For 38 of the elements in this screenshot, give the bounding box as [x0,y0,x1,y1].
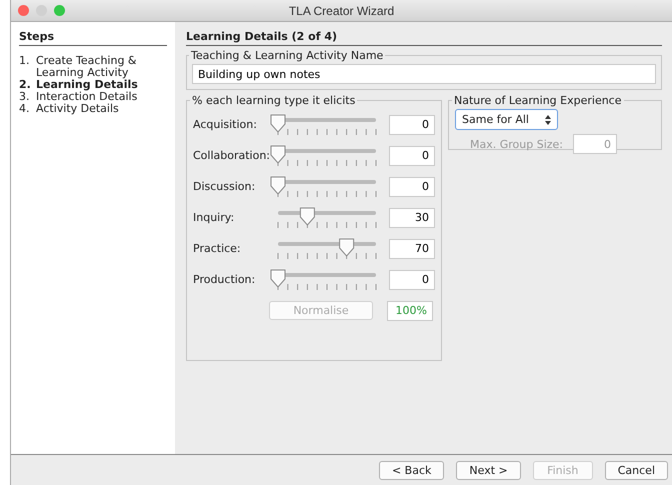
step-item: 3. Interaction Details [19,91,138,103]
window-title: TLA Creator Wizard [288,4,394,18]
step-item: 1. Create Teaching & Learning Activity [19,55,138,79]
zoom-icon[interactable] [54,5,65,16]
slider-thumb[interactable] [339,238,354,256]
percent-field[interactable]: 30 [389,208,435,228]
slider-thumb[interactable] [270,114,286,132]
page-heading: Learning Details (2 of 4) [186,30,662,46]
total-field: 100% [387,300,433,320]
slider-thumb[interactable] [300,207,315,226]
slider-label: Acquisition: [193,118,258,131]
slider-thumb[interactable] [270,269,286,288]
percent-field[interactable]: 0 [389,146,435,166]
slider-thumb[interactable] [270,145,286,164]
step-item: 4. Activity Details [19,103,120,115]
wizard-button[interactable]: < Back [378,460,444,480]
percent-field[interactable]: 0 [389,176,435,196]
group-title: Nature of Learning Experience [453,94,622,107]
slider-label: Practice: [193,242,242,255]
slider-label: Production: [193,273,256,286]
name-field[interactable]: Building up own notes [192,64,656,84]
percent-field[interactable]: 0 [389,114,435,134]
select-dropdown[interactable]: Same for All [455,109,558,130]
group-title: Teaching & Learning Activity Name [190,49,384,62]
wizard-button[interactable]: Cancel [604,460,668,480]
percent-field[interactable]: 0 [389,270,435,290]
percent-field[interactable]: 70 [389,238,435,258]
steps-heading: Steps [19,30,167,46]
close-icon[interactable] [18,5,29,16]
group-title: % each learning type it elicits [191,94,356,107]
wizard-button[interactable]: Next > [456,460,521,480]
slider-label: Collaboration: [193,149,269,162]
field-label: Max. Group Size: [470,138,564,150]
slider-label: Discussion: [193,180,256,193]
step-item: 2. Learning Details [19,79,139,91]
updown-icon [544,114,551,124]
slider-label: Inquiry: [193,211,236,224]
slider-thumb[interactable] [270,176,286,194]
